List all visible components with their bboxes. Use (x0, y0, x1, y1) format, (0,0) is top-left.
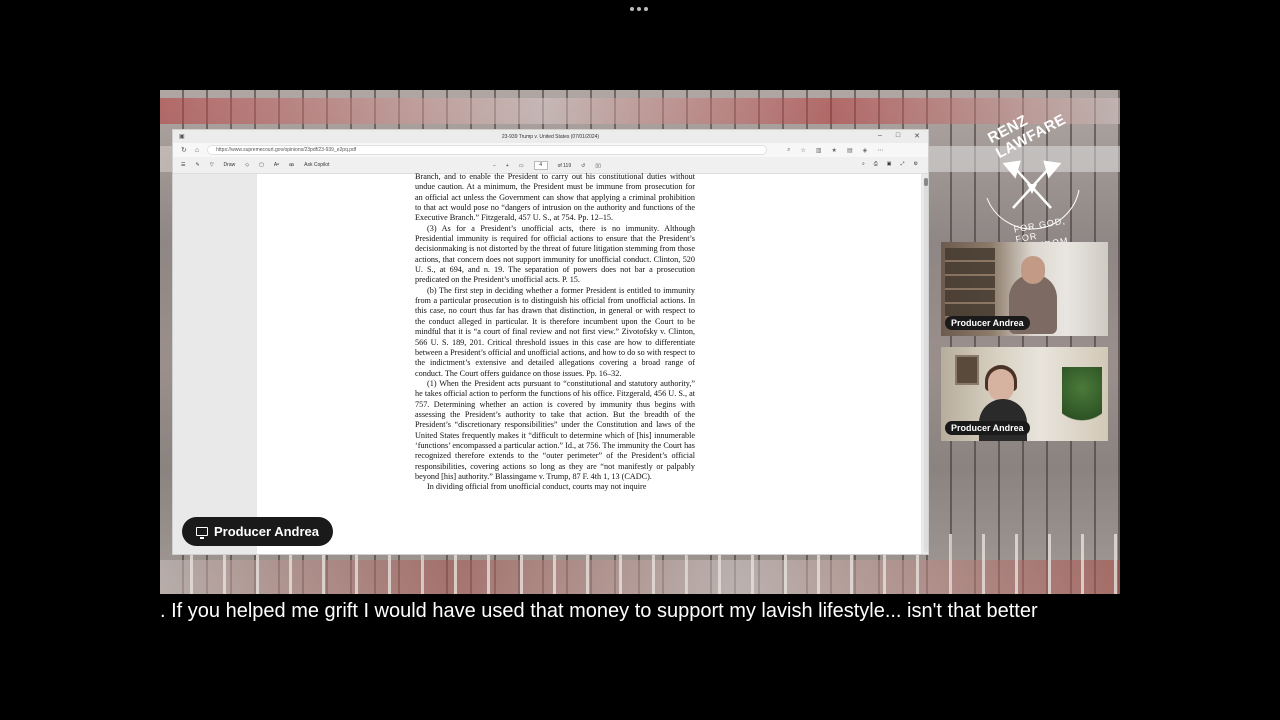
zoom-in-icon[interactable]: + (506, 163, 509, 169)
title-bar: ▣ 23-939 Trump v. United States (07/01/2… (173, 130, 928, 143)
screen-share-name: Producer Andrea (214, 524, 319, 539)
page-number-input[interactable]: 4 (533, 161, 548, 170)
participant-video[interactable]: Producer Andrea (941, 347, 1108, 441)
zoom-icon[interactable]: ⌕ (787, 147, 790, 154)
opinion-paragraph: (b) The first step in deciding whether a… (415, 285, 695, 378)
scrollbar-thumb[interactable] (924, 178, 928, 186)
two-page-icon[interactable]: ▯▯ (595, 163, 601, 169)
more-icon[interactable]: ⋯ (877, 147, 883, 154)
read-aloud-icon[interactable]: ꙭ (289, 162, 294, 168)
zoom-out-icon[interactable]: − (493, 163, 496, 169)
opinion-paragraph: (3) As for a President’s unofficial acts… (415, 223, 695, 285)
settings-icon[interactable]: ⚙ (914, 161, 918, 167)
fullscreen-icon[interactable]: ⤢ (901, 161, 905, 167)
url-text: https://www.supremecourt.gov/opinions/23… (216, 147, 357, 153)
participant-video[interactable]: Producer Andrea (941, 242, 1108, 336)
fit-page-icon[interactable]: ▭ (519, 163, 524, 169)
opinion-paragraph: (1) When the President acts pursuant to … (415, 378, 695, 481)
favorites-icon[interactable]: ★ (832, 147, 837, 154)
add-text-icon[interactable]: ▢ (259, 162, 264, 168)
extensions-icon[interactable]: ◈ (863, 147, 868, 154)
home-icon[interactable]: ⌂ (195, 147, 199, 154)
tab-title[interactable]: 23-939 Trump v. United States (07/01/202… (173, 134, 928, 140)
address-bar: ↻ ⌂ https://www.supremecourt.gov/opinion… (173, 143, 928, 157)
url-field[interactable]: https://www.supremecourt.gov/opinions/23… (207, 145, 768, 155)
opinion-text: Branch, and to enable the President to c… (415, 172, 695, 493)
bookshelf (945, 248, 995, 318)
draw-label[interactable]: Draw (224, 162, 236, 168)
highlight-icon[interactable]: ✎ (195, 162, 199, 168)
ask-copilot-button[interactable]: Ask Copilot (304, 162, 329, 168)
page-total: of 119 (557, 162, 572, 169)
participant-name: Producer Andrea (945, 316, 1030, 330)
shared-browser-window: ▣ 23-939 Trump v. United States (07/01/2… (172, 129, 929, 555)
live-caption: . If you helped me grift I would have us… (160, 600, 1038, 622)
save-icon[interactable]: ▣ (887, 161, 892, 167)
screen-share-label: Producer Andrea (182, 517, 333, 546)
search-icon[interactable]: ⌕ (862, 161, 865, 167)
minimize-button[interactable]: – (878, 132, 882, 140)
draw-icon[interactable]: ▽ (210, 162, 214, 168)
pdf-page: Branch, and to enable the President to c… (257, 172, 921, 554)
maximize-button[interactable]: □ (896, 132, 900, 140)
refresh-icon[interactable]: ↻ (181, 146, 187, 154)
split-icon[interactable]: ▥ (816, 147, 822, 154)
monitor-icon (196, 527, 208, 539)
opinion-paragraph: Branch, and to enable the President to c… (415, 172, 695, 223)
collections-icon[interactable]: ▤ (847, 147, 853, 154)
opinion-paragraph: In dividing official from unofficial con… (427, 482, 647, 492)
text-size-icon[interactable]: Aᵃ (274, 162, 279, 168)
erase-icon[interactable]: ◇ (245, 162, 249, 168)
close-button[interactable]: ✕ (914, 132, 920, 140)
contents-icon[interactable]: ☰ (181, 162, 185, 168)
flag-stripe (160, 98, 1120, 124)
renz-lawfare-logo: RENZ LAWFARE FOR GOD, FOR FREEDOM (975, 111, 1090, 254)
participant-head (988, 369, 1014, 401)
more-options-icon[interactable] (630, 4, 650, 14)
print-icon[interactable]: ⎙ (874, 161, 878, 167)
pdf-viewer[interactable]: Branch, and to enable the President to c… (173, 172, 928, 554)
wall-frame (955, 355, 979, 385)
participant-head (1021, 256, 1045, 284)
participant-name: Producer Andrea (945, 421, 1030, 435)
plant (1062, 367, 1102, 437)
favorite-icon[interactable]: ☆ (800, 147, 805, 154)
scrollbar-track[interactable] (924, 178, 928, 552)
rotate-icon[interactable]: ↺ (581, 163, 585, 169)
